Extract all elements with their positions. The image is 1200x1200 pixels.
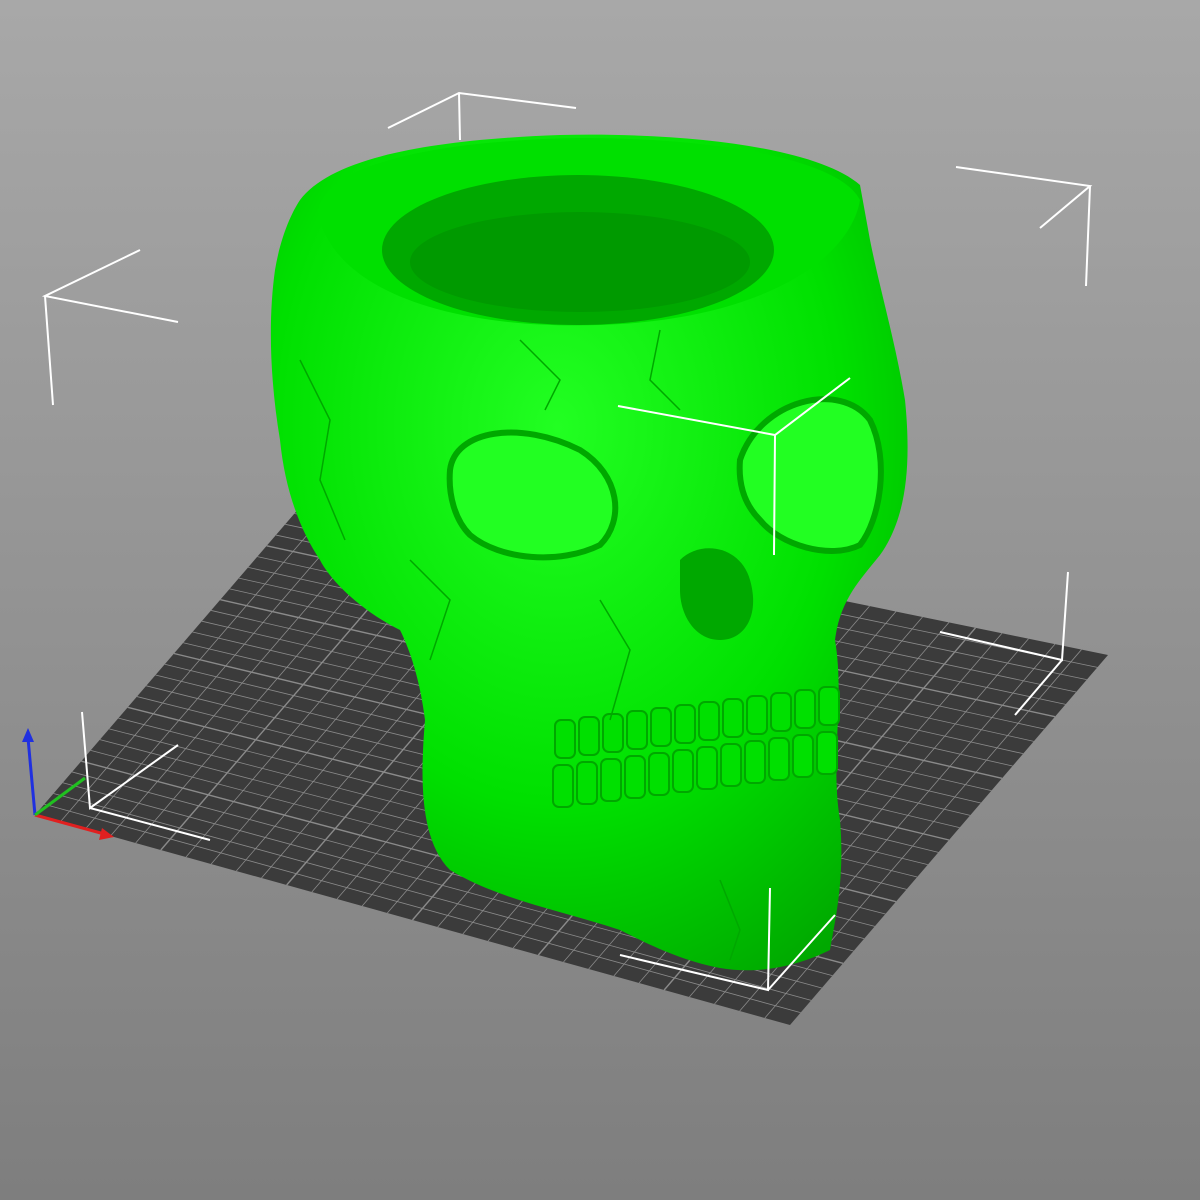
- tooth: [698, 701, 720, 741]
- tooth: [602, 713, 624, 753]
- tooth: [578, 716, 600, 756]
- tooth: [674, 704, 696, 744]
- tooth: [648, 752, 670, 796]
- skull-opening-inner: [410, 212, 750, 312]
- tooth: [818, 686, 840, 726]
- tooth: [720, 743, 742, 787]
- tooth: [794, 689, 816, 729]
- tooth: [650, 707, 672, 747]
- tooth: [792, 734, 814, 778]
- tooth: [672, 749, 694, 793]
- tooth: [722, 698, 744, 738]
- 3d-scene[interactable]: [0, 0, 1200, 1200]
- tooth: [576, 761, 598, 805]
- tooth: [770, 692, 792, 732]
- tooth: [552, 764, 574, 808]
- tooth: [696, 746, 718, 790]
- tooth: [768, 737, 790, 781]
- tooth: [626, 710, 648, 750]
- 3d-viewport[interactable]: [0, 0, 1200, 1200]
- tooth: [624, 755, 646, 799]
- tooth: [554, 719, 576, 759]
- tooth: [744, 740, 766, 784]
- tooth: [600, 758, 622, 802]
- tooth: [746, 695, 768, 735]
- tooth: [816, 731, 838, 775]
